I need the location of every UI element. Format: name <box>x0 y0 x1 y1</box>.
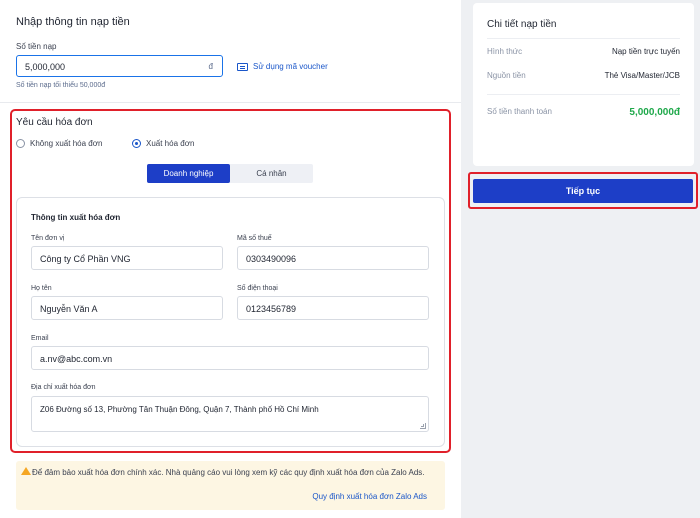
amount-value: 5,000,000 <box>25 62 66 72</box>
invoice-highlight-box <box>10 109 451 453</box>
amount-input[interactable]: 5,000,000 đ <box>16 55 223 77</box>
min-amount-hint: Số tiền nạp tối thiểu 50,000đ <box>16 82 106 89</box>
total-label: Số tiền thanh toán <box>487 107 552 116</box>
warning-icon <box>21 467 31 475</box>
voucher-link[interactable]: Sử dụng mã voucher <box>237 62 328 71</box>
voucher-link-label: Sử dụng mã voucher <box>253 62 328 71</box>
amount-label: Số tiền nạp <box>16 42 57 51</box>
summary-divider-top <box>487 38 680 39</box>
voucher-icon <box>237 62 248 71</box>
source-value: Thẻ Visa/Master/JCB <box>604 71 680 80</box>
topup-title: Nhập thông tin nạp tiền <box>16 16 130 28</box>
currency-symbol: đ <box>208 62 213 71</box>
section-divider <box>0 102 461 103</box>
notice-text: Để đảm bảo xuất hóa đơn chính xác. Nhà q… <box>32 468 425 477</box>
summary-title: Chi tiết nạp tiền <box>487 19 557 30</box>
invoice-notice: Để đảm bảo xuất hóa đơn chính xác. Nhà q… <box>16 461 445 510</box>
method-label: Hình thức <box>487 47 523 56</box>
source-label: Nguồn tiền <box>487 71 526 80</box>
summary-divider-bottom <box>487 94 680 95</box>
invoice-rules-link[interactable]: Quy định xuất hóa đơn Zalo Ads <box>312 492 427 501</box>
method-value: Nạp tiền trực tuyến <box>611 47 680 56</box>
continue-button[interactable]: Tiếp tục <box>473 179 693 203</box>
total-value: 5,000,000đ <box>629 107 680 118</box>
